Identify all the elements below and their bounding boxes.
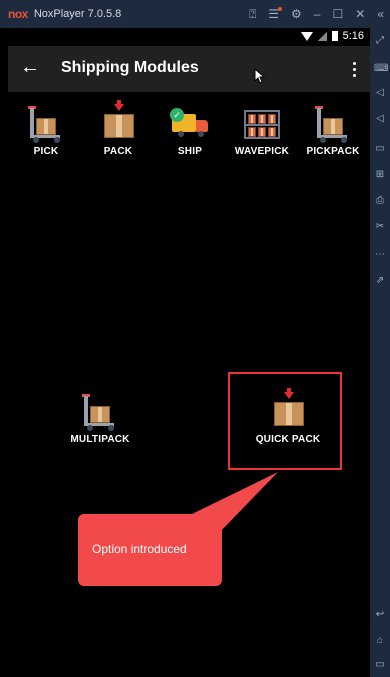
truck-check-icon: ✓ [168,104,212,144]
module-pick[interactable]: PICK [10,104,82,157]
status-time: 5:16 [342,30,364,42]
emulator-title: NoxPlayer 7.0.5.8 [33,8,122,20]
android-back-icon[interactable]: ↩ [374,610,386,620]
close-icon[interactable]: ✕ [355,7,365,21]
module-label: WAVEPICK [234,146,290,157]
install-apk-icon[interactable]: ⊞ [374,170,386,180]
screen-icon[interactable]: ▭ [374,144,386,154]
trolley-box-icon [24,104,68,144]
overflow-menu-icon[interactable] [346,56,362,82]
wifi-icon [300,31,313,41]
emulator-sidebar: ⤢ ⌨ ◁ ◁ ▭ ⊞ ⎙ ✂ ⋯ ⇗ ↩ ⌂ ▭ [370,28,390,677]
app-bar: ← Shipping Modules [8,46,370,92]
scissors-icon[interactable]: ✂ [374,222,386,232]
module-pickpack[interactable]: PICKPACK [297,104,369,157]
module-quick-pack[interactable]: QUICK PACK [244,388,332,445]
callout-text: Option introduced [92,542,187,556]
module-label: PACK [103,146,133,157]
module-multipack[interactable]: MULTIPACK [64,392,136,445]
volume-up-icon[interactable]: ◁ [374,88,386,98]
box-arrow-icon [266,388,310,432]
trolley-box-icon [311,104,355,144]
help-icon[interactable]: ⍰ [249,7,256,22]
collapse-icon[interactable]: « [377,7,384,21]
back-arrow-icon[interactable]: ← [18,56,42,80]
keyboard-icon[interactable]: ⌨ [374,64,388,74]
annotation-callout: Option introduced [78,514,222,586]
nox-logo: nox [8,7,28,21]
external-link-icon[interactable]: ⇗ [374,276,386,286]
mouse-cursor-icon [254,68,266,84]
signal-icon [317,31,327,41]
shelf-icon [240,104,284,144]
volume-down-icon[interactable]: ◁ [374,114,386,124]
minimize-icon[interactable]: – [314,7,321,21]
printer-icon[interactable]: ⎙ [374,196,386,206]
module-label: PICKPACK [306,146,360,157]
settings-icon[interactable]: ⚙ [291,7,302,21]
fullscreen-icon[interactable]: ⤢ [374,36,386,46]
page-title: Shipping Modules [61,59,199,76]
modules-grid: PICK PACK ✓ SHIP WAVEPICK PICKPACK MULTI… [8,92,370,677]
android-status-bar: 5:16 [8,28,370,46]
trolley-box-icon [78,392,122,432]
android-recents-icon[interactable]: ▭ [374,660,386,670]
emulator-title-bar: nox NoxPlayer 7.0.5.8 ⍰ ☰ ⚙ – ☐ ✕ « [0,0,390,28]
module-label: MULTIPACK [70,434,130,445]
battery-icon [331,31,338,41]
maximize-icon[interactable]: ☐ [332,7,343,21]
module-pack[interactable]: PACK [82,100,154,157]
menu-icon[interactable]: ☰ [268,7,282,21]
more-dots-icon[interactable]: ⋯ [374,250,386,260]
module-label: SHIP [177,146,203,157]
emulator-controls: ⍰ ☰ ⚙ – ☐ ✕ « [249,0,384,28]
module-label: QUICK PACK [255,434,321,445]
module-ship[interactable]: ✓ SHIP [154,104,226,157]
android-home-icon[interactable]: ⌂ [374,636,386,646]
box-arrow-icon [96,100,140,144]
module-wavepick[interactable]: WAVEPICK [226,104,298,157]
module-label: PICK [33,146,59,157]
